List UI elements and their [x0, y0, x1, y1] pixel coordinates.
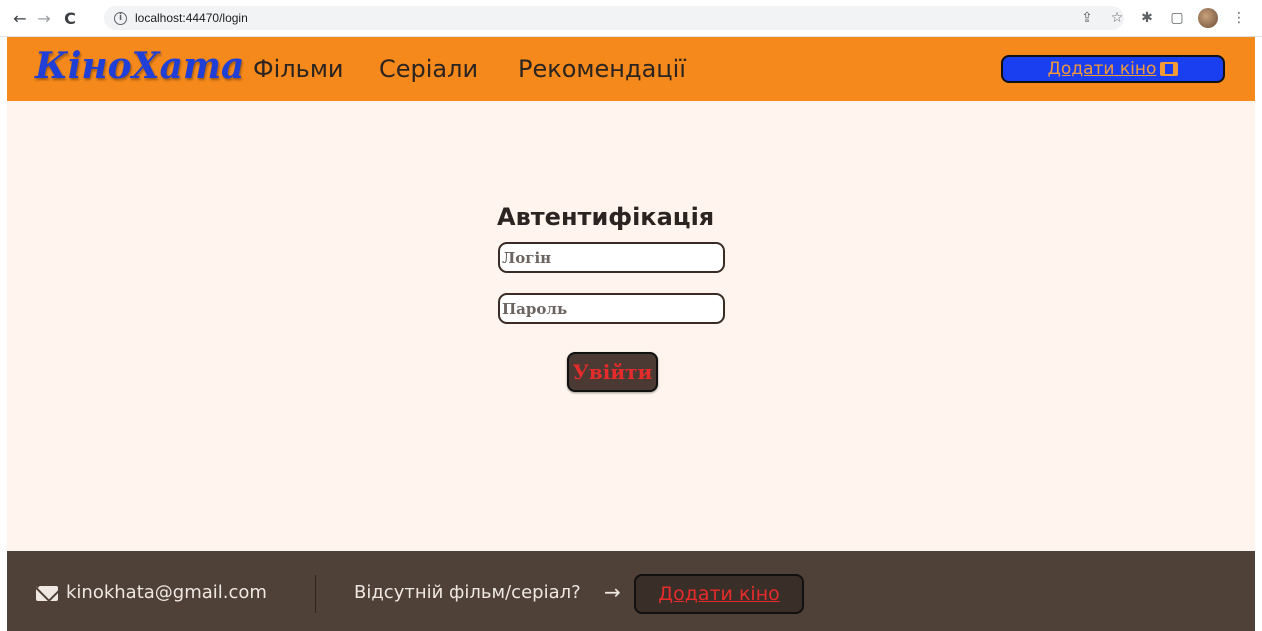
url-text[interactable]: localhost:44470/login — [135, 11, 248, 25]
extensions-icon[interactable]: ✱ — [1138, 10, 1156, 26]
address-bar[interactable]: i localhost:44470/login — [104, 6, 1124, 30]
main-content: Автентифікація Увійти — [7, 101, 1255, 551]
add-movie-button[interactable]: Додати кіно — [1001, 55, 1225, 83]
share-icon[interactable]: ⇪ — [1078, 10, 1096, 26]
nav-link-series[interactable]: Серіали — [379, 55, 478, 83]
info-icon[interactable]: i — [114, 11, 127, 25]
password-input[interactable] — [498, 293, 725, 324]
back-arrow-icon[interactable]: ← — [8, 6, 32, 30]
profile-avatar[interactable] — [1198, 8, 1218, 28]
film-icon — [1160, 62, 1179, 76]
footer-divider — [315, 575, 316, 613]
site-header: КіноХата Фільми Серіали Рекомендації Дод… — [7, 37, 1255, 101]
menu-icon[interactable]: ⋮ — [1230, 10, 1248, 26]
footer-add-movie-button[interactable]: Додати кіно — [634, 574, 804, 614]
footer-missing-question: Відсутній фільм/серіал? — [354, 582, 581, 603]
forward-arrow-icon[interactable]: → — [32, 6, 56, 30]
bookmark-star-icon[interactable]: ☆ — [1108, 10, 1126, 26]
nav-link-recommendations[interactable]: Рекомендації — [518, 55, 686, 83]
site-logo[interactable]: КіноХата — [35, 45, 244, 87]
site-footer: kinokhata@gmail.com Відсутній фільм/сері… — [7, 551, 1255, 631]
footer-add-movie-label: Додати кіно — [658, 583, 780, 605]
browser-actions: ⇪ ☆ ✱ ▢ ⋮ — [1078, 8, 1248, 28]
side-panel-icon[interactable]: ▢ — [1168, 10, 1186, 26]
footer-email[interactable]: kinokhata@gmail.com — [66, 582, 267, 603]
browser-toolbar: ← → C i localhost:44470/login ⇪ ☆ ✱ ▢ ⋮ — [0, 0, 1262, 37]
nav-link-films[interactable]: Фільми — [253, 55, 344, 83]
mail-icon — [36, 586, 58, 601]
reload-icon[interactable]: C — [58, 6, 82, 30]
arrow-right-icon: → — [604, 580, 621, 604]
add-movie-label: Додати кіно — [1047, 59, 1157, 79]
login-submit-button[interactable]: Увійти — [567, 352, 658, 392]
login-input[interactable] — [498, 242, 725, 273]
auth-title: Автентифікація — [497, 203, 715, 231]
